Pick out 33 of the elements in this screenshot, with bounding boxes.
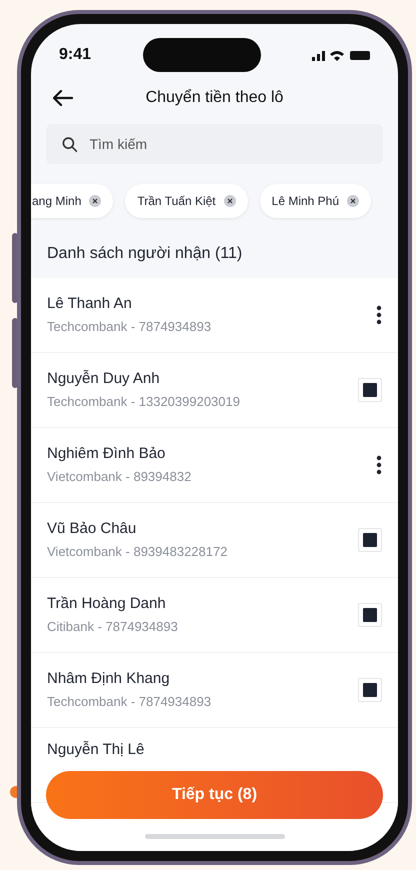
recipient-name: Nghiêm Đình Bảo (47, 444, 166, 464)
remove-icon[interactable] (347, 195, 360, 207)
checkbox[interactable] (358, 528, 382, 552)
recipient-name: Nhâm Định Khang (47, 668, 171, 688)
search-bar[interactable]: Tìm kiếm (46, 124, 383, 164)
checkbox[interactable] (358, 603, 382, 627)
more-menu-icon[interactable] (376, 455, 382, 475)
recipient-account: Techcombank - 7874934893 (47, 692, 212, 710)
recipient-name: Lê Thanh An (47, 294, 133, 314)
recipient-chip[interactable]: Trần Tuấn Kiệt (125, 184, 248, 218)
checkbox[interactable] (358, 378, 382, 402)
recipient-chip[interactable]: ang Minh (31, 184, 114, 218)
recipient-chip[interactable]: Lê Minh Phú (260, 184, 372, 218)
remove-icon[interactable] (224, 195, 236, 207)
page-title: Chuyển tiền theo lô (144, 88, 284, 108)
recipient-account: Vietcombank - 8939483228172 (47, 542, 228, 560)
list-heading: Danh sách người nhận (11) (47, 244, 242, 264)
recipient-account: Vietcombank - 89394832 (47, 468, 192, 486)
recipient-account: Citibank - 7874934893 (47, 618, 178, 636)
recipient-account: Techcombank - 7874934893 (47, 318, 212, 336)
remove-icon[interactable] (89, 195, 102, 207)
recipient-account: Techcombank - 13320399203019 (47, 392, 240, 410)
status-time: 9:41 (59, 45, 92, 65)
recipient-name: Nguyễn Duy Anh (47, 368, 161, 388)
back-arrow-icon[interactable] (53, 90, 73, 106)
recipient-name: Vũ Bảo Châu (47, 518, 138, 538)
more-menu-icon[interactable] (376, 305, 382, 325)
recipient-name: Nguyễn Thị Lê (47, 740, 144, 760)
status-icons-drawing (312, 49, 370, 61)
recipient-name: Trần Hoàng Danh (47, 594, 167, 614)
search-icon (62, 136, 78, 152)
checkbox[interactable] (358, 678, 382, 702)
search-input[interactable]: Tìm kiếm (89, 134, 367, 154)
